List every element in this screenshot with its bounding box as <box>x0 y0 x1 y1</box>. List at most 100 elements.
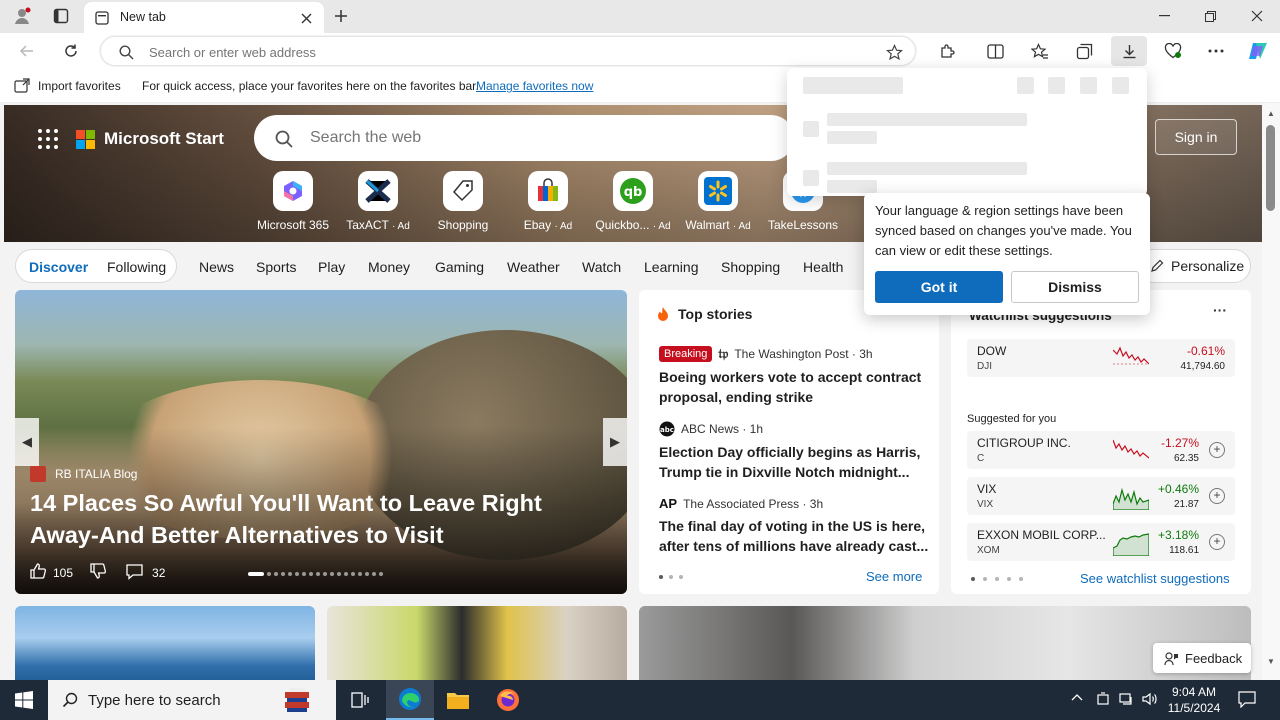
shortcut-microsoft-365[interactable]: Microsoft 365 <box>248 171 338 232</box>
nav-weather[interactable]: Weather <box>507 259 560 275</box>
got-it-button[interactable]: Got it <box>875 271 1003 303</box>
publisher-logo-icon <box>30 466 46 482</box>
address-input[interactable] <box>149 45 749 60</box>
profile-icon[interactable] <box>10 5 34 27</box>
add-to-watchlist-icon[interactable]: + <box>1209 442 1225 458</box>
story-headline[interactable]: Boeing workers vote to accept contract p… <box>659 367 929 407</box>
close-tab-icon[interactable] <box>298 10 314 26</box>
scrollbar-thumb[interactable] <box>1266 125 1275 211</box>
personalize-button[interactable]: Personalize <box>1136 249 1251 283</box>
add-to-watchlist-icon[interactable]: + <box>1209 488 1225 504</box>
nav-gaming[interactable]: Gaming <box>435 259 484 275</box>
web-search-input[interactable] <box>310 129 770 147</box>
story-item[interactable]: Breaking 𝔱𝔭 The Washington Post · 3h Boe… <box>659 346 929 407</box>
shortcut-taxact[interactable]: TaxACT · Ad <box>333 171 423 232</box>
tab-new-tab[interactable]: New tab <box>84 2 324 33</box>
scroll-up-icon[interactable]: ▲ <box>1267 109 1275 118</box>
suggested-label: Suggested for you <box>967 413 1057 425</box>
refresh-icon[interactable] <box>56 36 86 66</box>
story-item[interactable]: AP The Associated Press · 3h The final d… <box>659 496 929 556</box>
shortcut-walmart[interactable]: Walmart · Ad <box>673 171 763 232</box>
story-headline[interactable]: The final day of voting in the US is her… <box>659 516 929 556</box>
settings-more-icon[interactable] <box>1201 36 1231 66</box>
previous-slide-button[interactable]: ◀ <box>15 418 39 466</box>
dislike-icon[interactable] <box>89 562 107 583</box>
import-favorites-button[interactable]: Import favorites <box>14 78 121 94</box>
nav-play[interactable]: Play <box>318 259 345 275</box>
volume-icon[interactable] <box>1142 692 1158 709</box>
add-to-watchlist-icon[interactable]: + <box>1209 534 1225 550</box>
new-tab-plus-icon[interactable] <box>330 6 352 26</box>
collections-icon[interactable] <box>1069 36 1099 66</box>
nav-health[interactable]: Health <box>803 259 843 275</box>
nav-watch[interactable]: Watch <box>582 259 621 275</box>
stock-sparkline <box>1113 533 1149 556</box>
address-bar[interactable] <box>100 36 916 66</box>
sign-in-button[interactable]: Sign in <box>1155 119 1237 155</box>
stock-row-exxon[interactable]: EXXON MOBIL CORP... XOM +3.18% 118.61 + <box>967 523 1235 561</box>
network-icon[interactable] <box>1119 692 1135 709</box>
nav-shopping[interactable]: Shopping <box>721 259 780 275</box>
app-launcher-icon[interactable] <box>38 129 58 149</box>
taskbar-search-box[interactable]: Type here to search <box>48 680 336 720</box>
downloads-icon[interactable] <box>1111 36 1147 66</box>
search-highlight-icon[interactable] <box>280 685 314 715</box>
show-hidden-icons-icon[interactable] <box>1071 692 1083 707</box>
copilot-icon[interactable] <box>1243 36 1273 66</box>
news-card-image[interactable] <box>327 606 627 680</box>
extensions-icon[interactable] <box>932 36 962 66</box>
edge-taskbar-icon[interactable] <box>386 680 434 720</box>
tab-actions-icon[interactable] <box>50 6 72 26</box>
nav-learning[interactable]: Learning <box>644 259 699 275</box>
favorite-star-icon[interactable] <box>885 43 903 61</box>
manage-favorites-link[interactable]: Manage favorites now <box>476 79 593 93</box>
comment-icon[interactable] <box>125 563 144 583</box>
nav-sports[interactable]: Sports <box>256 259 296 275</box>
favorites-icon[interactable] <box>1025 36 1055 66</box>
see-more-link[interactable]: See more <box>866 569 922 584</box>
back-icon[interactable] <box>12 36 42 66</box>
web-search-box[interactable] <box>254 115 794 161</box>
minimize-icon[interactable] <box>1141 0 1187 32</box>
stock-row-vix[interactable]: VIX VIX +0.46% 21.87 + <box>967 477 1235 515</box>
shortcut-shopping[interactable]: Shopping <box>418 171 508 232</box>
stock-row-citigroup[interactable]: CITIGROUP INC. C -1.27% 62.35 + <box>967 431 1235 469</box>
firefox-icon[interactable] <box>484 680 532 720</box>
file-explorer-icon[interactable] <box>434 680 482 720</box>
like-icon[interactable] <box>29 562 47 583</box>
stock-row-dow[interactable]: DOW DJI -0.61% 41,794.60 <box>967 339 1235 377</box>
nav-money[interactable]: Money <box>368 259 410 275</box>
shortcut-quickbooks[interactable]: qb Quickbo... · Ad <box>588 171 678 232</box>
nav-news[interactable]: News <box>199 259 234 275</box>
page-scrollbar[interactable]: ▲ ▼ <box>1262 103 1280 680</box>
watchlist-more-icon[interactable]: ··· <box>1213 302 1227 318</box>
split-screen-icon[interactable] <box>980 36 1010 66</box>
news-card-image[interactable] <box>15 606 315 680</box>
feature-headline[interactable]: 14 Places So Awful You'll Want to Leave … <box>30 487 610 551</box>
dismiss-button[interactable]: Dismiss <box>1011 271 1139 303</box>
story-item[interactable]: abc ABC News · 1h Election Day officiall… <box>659 421 929 482</box>
feature-story-card[interactable]: ◀ ▶ RB ITALIA Blog 14 Places So Awful Yo… <box>15 290 627 594</box>
browser-essentials-icon[interactable] <box>1158 36 1188 66</box>
restore-icon[interactable] <box>1187 0 1233 32</box>
start-button[interactable] <box>0 680 48 720</box>
close-window-icon[interactable] <box>1234 0 1280 32</box>
scroll-down-icon[interactable]: ▼ <box>1267 657 1275 666</box>
shortcut-ebay[interactable]: Ebay · Ad <box>503 171 593 232</box>
stories-pagination-dots[interactable] <box>659 575 683 579</box>
shortcut-label: TaxACT <box>346 218 389 232</box>
watchlist-pagination-dots[interactable] <box>971 577 1023 581</box>
notifications-icon[interactable] <box>1238 691 1256 711</box>
defender-icon[interactable] <box>1096 692 1110 709</box>
system-clock[interactable]: 9:04 AM 11/5/2024 <box>1166 684 1222 716</box>
story-headline[interactable]: Election Day officially begins as Harris… <box>659 442 929 482</box>
feedback-button[interactable]: Feedback <box>1153 643 1251 673</box>
breaking-badge: Breaking <box>659 346 713 362</box>
task-view-icon[interactable] <box>336 680 384 720</box>
tab-following[interactable]: Following <box>107 259 166 275</box>
brand-title[interactable]: Microsoft Start <box>104 129 224 149</box>
svg-text:abc: abc <box>660 426 674 434</box>
see-watchlist-link[interactable]: See watchlist suggestions <box>1080 571 1230 586</box>
tab-discover[interactable]: Discover <box>29 259 88 275</box>
next-slide-button[interactable]: ▶ <box>603 418 627 466</box>
